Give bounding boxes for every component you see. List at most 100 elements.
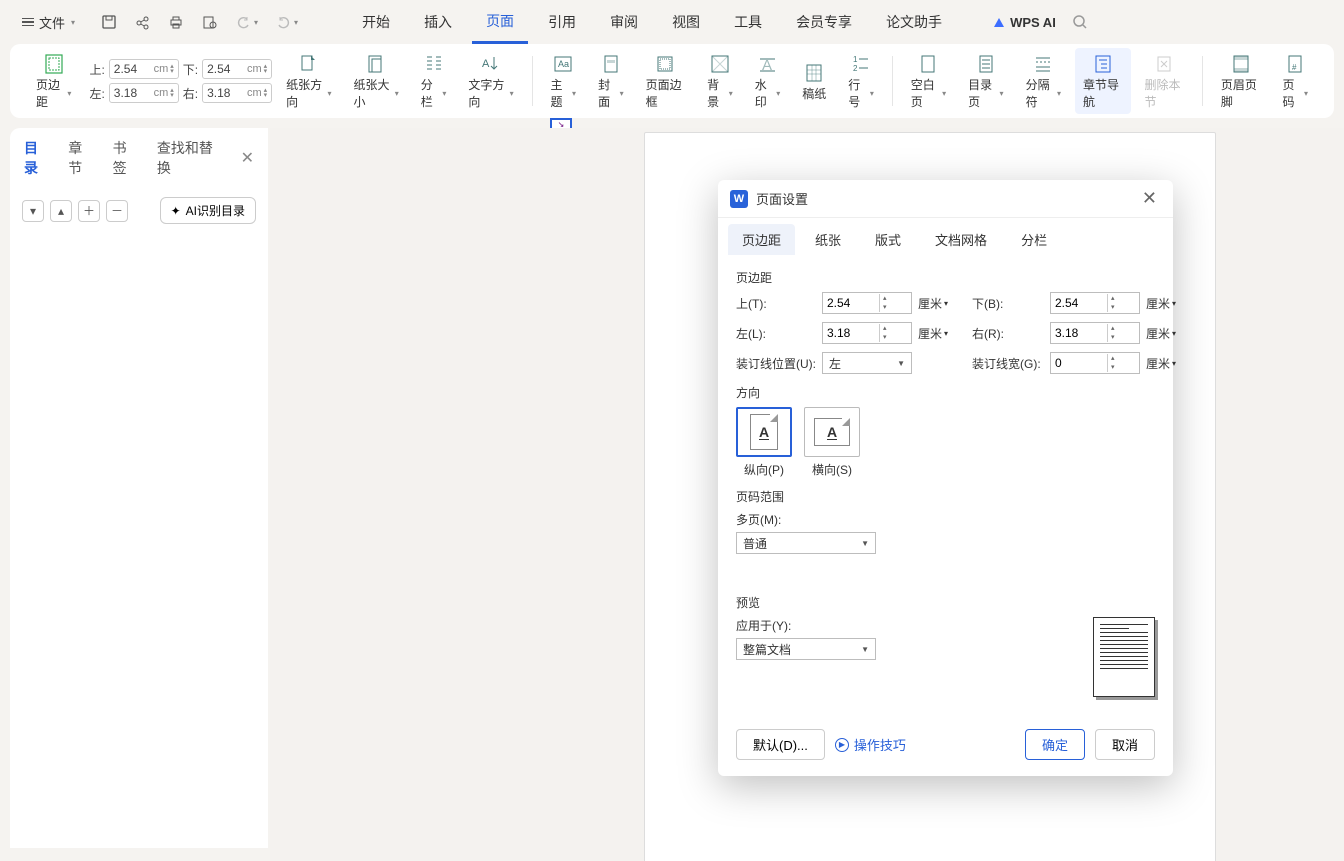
columns-icon (423, 53, 445, 75)
unit-top[interactable]: 厘米▾ (918, 295, 966, 312)
dialog-app-icon: W (730, 190, 748, 208)
orientation-portrait-label: 纵向(P) (744, 461, 784, 478)
tips-link[interactable]: ▶操作技巧 (835, 735, 906, 754)
default-button[interactable]: 默认(D)... (736, 729, 825, 760)
sidepanel-tab-find[interactable]: 查找和替换 (157, 138, 223, 178)
ok-button[interactable]: 确定 (1025, 729, 1085, 760)
tab-tools[interactable]: 工具 (720, 2, 776, 42)
ai-toc-button[interactable]: ✦ AI识别目录 (160, 197, 256, 224)
select-apply-to[interactable]: 整篇文档▼ (736, 638, 876, 660)
section-margins-label: 页边距 (736, 269, 1155, 286)
cover-icon (600, 53, 622, 75)
sidepanel-tab-toc[interactable]: 目录 (24, 138, 50, 178)
toc-page-icon (975, 53, 997, 75)
search-icon[interactable] (1072, 14, 1088, 30)
magic-wand-icon: ✦ (171, 204, 181, 218)
expand-down-button[interactable]: ▾ (22, 200, 44, 222)
margin-right-input[interactable]: 3.18cm▴▾ (202, 83, 272, 103)
blank-page-icon (917, 53, 939, 75)
tab-page[interactable]: 页面 (472, 1, 528, 44)
input-bottom[interactable]: ▴▾ (1050, 292, 1140, 314)
ribbon: 页边距▾ 上: 2.54cm▴▾ 下: 2.54cm▴▾ 左: 3.18cm▴▾… (10, 44, 1334, 118)
header-footer-button[interactable]: 页眉页脚 (1213, 48, 1269, 114)
collapse-up-button[interactable]: ▴ (50, 200, 72, 222)
close-panel-icon[interactable]: ✕ (241, 148, 254, 168)
columns-button[interactable]: 分栏▾ (413, 48, 455, 114)
orientation-button[interactable]: 纸张方向▾ (278, 48, 339, 114)
margin-top-label: 上: (89, 61, 104, 78)
svg-text:1: 1 (853, 55, 858, 64)
draft-button[interactable]: 稿纸 (794, 57, 834, 106)
page-number-button[interactable]: # 页码▾ (1274, 48, 1316, 114)
toc-page-button[interactable]: 目录页▾ (960, 48, 1011, 114)
paper-size-button[interactable]: 纸张大小▾ (345, 48, 406, 114)
remove-button[interactable]: － (106, 200, 128, 222)
dialog-tab-margins[interactable]: 页边距 (728, 224, 795, 255)
text-direction-button[interactable]: A 文字方向▾ (460, 48, 521, 114)
line-number-icon: 12 (850, 53, 872, 75)
tab-review[interactable]: 审阅 (596, 2, 652, 42)
wps-ai-button[interactable]: WPS AI (994, 15, 1056, 30)
redo-button[interactable]: ▾ (276, 15, 298, 30)
tab-view[interactable]: 视图 (658, 2, 714, 42)
separator-button[interactable]: 分隔符▾ (1018, 48, 1069, 114)
cover-button[interactable]: 封面▾ (590, 48, 632, 114)
label-top: 上(T): (736, 295, 816, 312)
cancel-button[interactable]: 取消 (1095, 729, 1155, 760)
chevron-down-icon: ▾ (71, 18, 75, 27)
undo-button[interactable]: ▾ (236, 15, 258, 30)
sidepanel-tab-bookmark[interactable]: 书签 (113, 138, 139, 178)
select-gutter-pos[interactable]: 左▼ (822, 352, 912, 374)
dialog-title: 页面设置 (756, 189, 808, 208)
dialog-tab-layout[interactable]: 版式 (861, 224, 915, 255)
unit-gutter[interactable]: 厘米▾ (1146, 355, 1194, 372)
tab-reference[interactable]: 引用 (534, 2, 590, 42)
page-border-icon (654, 53, 676, 75)
margins-button[interactable]: 页边距▾ (28, 48, 79, 114)
dialog-close-icon[interactable]: ✕ (1138, 188, 1161, 209)
input-right[interactable]: ▴▾ (1050, 322, 1140, 344)
print-preview-icon[interactable] (202, 14, 218, 30)
margin-left-input[interactable]: 3.18cm▴▾ (109, 83, 179, 103)
navigation-panel: 目录 章节 书签 查找和替换 ✕ ▾ ▴ ＋ － ✦ AI识别目录 (10, 128, 268, 848)
select-multipage[interactable]: 普通▼ (736, 532, 876, 554)
blank-page-button[interactable]: 空白页▾ (903, 48, 954, 114)
tab-start[interactable]: 开始 (348, 2, 404, 42)
line-number-button[interactable]: 12 行号▾ (840, 48, 882, 114)
print-icon[interactable] (168, 14, 184, 30)
dialog-tab-columns[interactable]: 分栏 (1007, 224, 1061, 255)
input-top[interactable]: ▴▾ (822, 292, 912, 314)
undo-icon (236, 15, 251, 30)
dialog-tab-grid[interactable]: 文档网格 (921, 224, 1001, 255)
add-button[interactable]: ＋ (78, 200, 100, 222)
section-nav-button[interactable]: 章节导航 (1075, 48, 1131, 114)
background-button[interactable]: 背景▾ (699, 48, 741, 114)
input-left[interactable]: ▴▾ (822, 322, 912, 344)
sidepanel-tab-section[interactable]: 章节 (68, 138, 94, 178)
theme-button[interactable]: Aa 主题▾ (543, 48, 585, 114)
label-multipage: 多页(M): (736, 511, 1155, 528)
unit-left[interactable]: 厘米▾ (918, 325, 966, 342)
section-orientation-label: 方向 (736, 384, 1155, 401)
page-border-button[interactable]: 页面边框 (638, 48, 694, 114)
dialog-tab-paper[interactable]: 纸张 (801, 224, 855, 255)
watermark-button[interactable]: A 水印▾ (747, 48, 789, 114)
unit-bottom[interactable]: 厘米▾ (1146, 295, 1194, 312)
theme-icon: Aa (552, 53, 574, 75)
input-gutter-width[interactable]: ▴▾ (1050, 352, 1140, 374)
orientation-landscape[interactable]: A (804, 407, 860, 457)
file-menu[interactable]: 文件 ▾ (14, 9, 83, 36)
tab-thesis[interactable]: 论文助手 (872, 2, 956, 42)
save-icon[interactable] (101, 14, 117, 30)
tab-insert[interactable]: 插入 (410, 2, 466, 42)
margin-bottom-label: 下: (183, 61, 198, 78)
orientation-portrait[interactable]: A (736, 407, 792, 457)
margin-bottom-input[interactable]: 2.54cm▴▾ (202, 59, 272, 79)
margin-top-input[interactable]: 2.54cm▴▾ (109, 59, 179, 79)
unit-right[interactable]: 厘米▾ (1146, 325, 1194, 342)
share-icon[interactable] (135, 15, 150, 30)
svg-text:Aa: Aa (558, 59, 569, 69)
section-range-label: 页码范围 (736, 488, 1155, 505)
tab-member[interactable]: 会员专享 (782, 2, 866, 42)
delete-section-button: 删除本节 (1137, 48, 1193, 114)
